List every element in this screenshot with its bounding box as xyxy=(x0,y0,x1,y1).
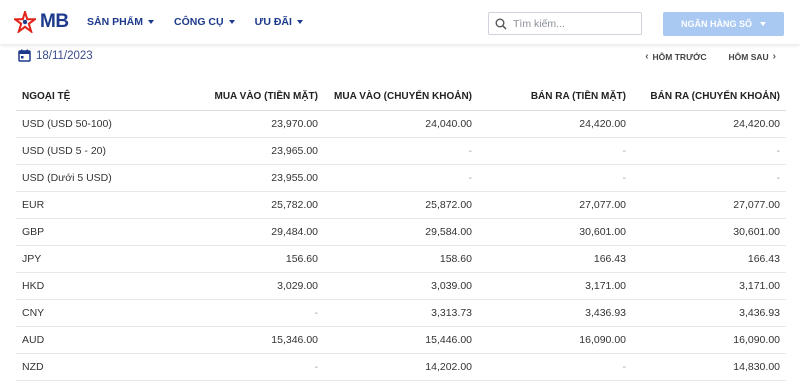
chevron-down-icon xyxy=(296,20,303,24)
search-box xyxy=(488,12,642,35)
sell-transfer-cell: 3,171.00 xyxy=(632,272,786,300)
sell-transfer-cell: - xyxy=(632,164,786,192)
column-header-currency: NGOẠI TỆ xyxy=(16,84,192,111)
table-row: NZD -14,202.00-14,830.00 xyxy=(16,353,786,381)
sell-transfer-cell: 27,077.00 xyxy=(632,191,786,219)
date-value: 18/11/2023 xyxy=(36,49,93,62)
currency-cell: CNY xyxy=(16,299,192,327)
search-icon xyxy=(495,18,507,30)
logo-text: MB xyxy=(40,11,69,32)
table-row: CNY -3,313.73 3,436.93 3,436.93 xyxy=(16,299,786,327)
table-row: USD (USD 50-100) 23,970.00 24,040.00 24,420… xyxy=(16,110,786,138)
sell-transfer-cell: 3,436.93 xyxy=(632,299,786,327)
table-row: HKD 3,029.00 3,039.00 3,171.00 3,171.00 xyxy=(16,272,786,300)
date-picker[interactable]: 18/11/2023 xyxy=(18,49,93,62)
exchange-rate-table: NGOẠI TỆ MUA VÀO (TIỀN MẶT) MUA VÀO (CHU… xyxy=(16,84,786,381)
sell-cash-cell: 30,601.00 xyxy=(478,218,632,246)
buy-transfer-cell: 3,313.73 xyxy=(324,299,478,327)
nav-offers[interactable]: ƯU ĐÃI xyxy=(255,16,303,28)
chevron-left-icon: ‹ xyxy=(645,51,649,62)
buy-cash-cell: 25,782.00 xyxy=(192,191,324,219)
sell-cash-cell: - xyxy=(478,353,632,381)
sell-cash-cell: - xyxy=(478,164,632,192)
buy-transfer-cell: 24,040.00 xyxy=(324,110,478,138)
column-header-sell-cash: BÁN RA (TIỀN MẶT) xyxy=(478,84,632,111)
buy-transfer-cell: 3,039.00 xyxy=(324,272,478,300)
sell-cash-cell: 3,171.00 xyxy=(478,272,632,300)
buy-transfer-cell: 14,202.00 xyxy=(324,353,478,381)
nav-tools-label: CÔNG CỤ xyxy=(174,16,224,28)
buy-transfer-cell: 29,584.00 xyxy=(324,218,478,246)
table-header-row: NGOẠI TỆ MUA VÀO (TIỀN MẶT) MUA VÀO (CHU… xyxy=(16,84,786,111)
currency-cell: GBP xyxy=(16,218,192,246)
next-day-label: HÔM SAU xyxy=(728,51,769,62)
currency-cell: HKD xyxy=(16,272,192,300)
nav-products-label: SẢN PHẨM xyxy=(87,16,144,28)
sell-cash-cell: 24,420.00 xyxy=(478,110,632,138)
currency-cell: EUR xyxy=(16,191,192,219)
currency-cell: JPY xyxy=(16,245,192,273)
sell-cash-cell: 166.43 xyxy=(478,245,632,273)
day-navigation: ‹ HÔM TRƯỚC HÔM SAU › xyxy=(641,51,780,62)
currency-cell: AUD xyxy=(16,326,192,354)
digital-bank-button[interactable]: NGÂN HÀNG SỐ xyxy=(663,12,784,36)
sell-transfer-cell: 30,601.00 xyxy=(632,218,786,246)
buy-cash-cell: 15,346.00 xyxy=(192,326,324,354)
top-navigation-bar: MB SẢN PHẨM CÔNG CỤ ƯU ĐÃI NGÂN HÀNG SỐ xyxy=(0,0,800,44)
sell-transfer-cell: 16,090.00 xyxy=(632,326,786,354)
buy-cash-cell: 23,965.00 xyxy=(192,137,324,165)
buy-transfer-cell: - xyxy=(324,164,478,192)
table-body: USD (USD 50-100) 23,970.00 24,040.00 24,420… xyxy=(16,110,786,381)
buy-transfer-cell: 158.60 xyxy=(324,245,478,273)
table-row: USD (Dưới 5 USD) 23,955.00- - - xyxy=(16,164,786,192)
mb-logo[interactable]: MB xyxy=(14,8,69,36)
mb-star-icon xyxy=(14,11,36,33)
chevron-down-icon xyxy=(148,20,155,24)
table-row: AUD 15,346.00 15,446.00 16,090.00 16,090.00 xyxy=(16,326,786,354)
buy-cash-cell: 23,970.00 xyxy=(192,110,324,138)
prev-day-label: HÔM TRƯỚC xyxy=(652,51,707,62)
sell-cash-cell: 3,436.93 xyxy=(478,299,632,327)
sell-cash-cell: 27,077.00 xyxy=(478,191,632,219)
buy-cash-cell: 23,955.00 xyxy=(192,164,324,192)
buy-cash-cell: - xyxy=(192,353,324,381)
sell-transfer-cell: 24,420.00 xyxy=(632,110,786,138)
sell-transfer-cell: 14,830.00 xyxy=(632,353,786,381)
buy-cash-cell: - xyxy=(192,299,324,327)
buy-transfer-cell: 25,872.00 xyxy=(324,191,478,219)
table-row: EUR 25,782.00 25,872.00 27,077.00 27,077.00 xyxy=(16,191,786,219)
prev-day-button[interactable]: ‹ HÔM TRƯỚC xyxy=(641,51,706,62)
buy-cash-cell: 3,029.00 xyxy=(192,272,324,300)
column-header-buy-transfer: MUA VÀO (CHUYỂN KHOẢN) xyxy=(324,84,478,111)
digital-bank-label: NGÂN HÀNG SỐ xyxy=(680,19,752,29)
currency-cell: USD (USD 50-100) xyxy=(16,110,192,138)
nav-offers-label: ƯU ĐÃI xyxy=(254,16,292,28)
currency-cell: USD (Dưới 5 USD) xyxy=(16,164,192,192)
currency-cell: NZD xyxy=(16,353,192,381)
currency-cell: USD (USD 5 - 20) xyxy=(16,137,192,165)
column-header-buy-cash: MUA VÀO (TIỀN MẶT) xyxy=(192,84,324,111)
sell-cash-cell: 16,090.00 xyxy=(478,326,632,354)
date-bar: 18/11/2023 ‹ HÔM TRƯỚC HÔM SAU › xyxy=(0,44,800,68)
search-input[interactable] xyxy=(513,17,633,30)
chevron-down-icon xyxy=(228,20,235,24)
nav-tools[interactable]: CÔNG CỤ xyxy=(174,16,235,28)
nav-products[interactable]: SẢN PHẨM xyxy=(87,16,155,28)
buy-cash-cell: 156.60 xyxy=(192,245,324,273)
column-header-sell-transfer: BÁN RA (CHUYỂN KHOẢN) xyxy=(632,84,786,111)
buy-transfer-cell: 15,446.00 xyxy=(324,326,478,354)
chevron-right-icon: › xyxy=(772,51,776,62)
table-row: USD (USD 5 - 20) 23,965.00- - - xyxy=(16,137,786,165)
sell-cash-cell: - xyxy=(478,137,632,165)
chevron-down-icon xyxy=(760,22,766,26)
next-day-button[interactable]: HÔM SAU › xyxy=(729,51,780,62)
buy-transfer-cell: - xyxy=(324,137,478,165)
sell-transfer-cell: 166.43 xyxy=(632,245,786,273)
table-row: JPY 156.60 158.60 166.43 166.43 xyxy=(16,245,786,273)
buy-cash-cell: 29,484.00 xyxy=(192,218,324,246)
calendar-icon xyxy=(18,49,31,62)
sell-transfer-cell: - xyxy=(632,137,786,165)
table-row: GBP 29,484.00 29,584.00 30,601.00 30,601.00 xyxy=(16,218,786,246)
main-nav: SẢN PHẨM CÔNG CỤ ƯU ĐÃI xyxy=(87,0,323,44)
